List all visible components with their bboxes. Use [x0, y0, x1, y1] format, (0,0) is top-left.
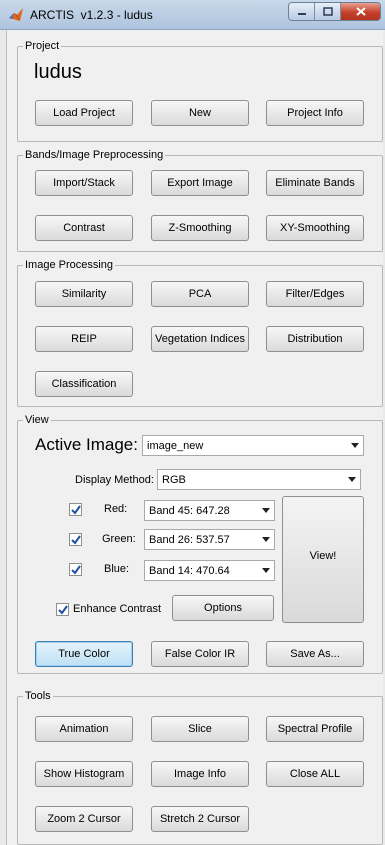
- green-band-value: Band 26: 537.57: [149, 533, 230, 546]
- eliminate-bands-button[interactable]: Eliminate Bands: [266, 170, 364, 196]
- display-method-value: RGB: [162, 473, 186, 486]
- chevron-down-icon[interactable]: [257, 561, 274, 580]
- active-image-value: image_new: [147, 439, 204, 452]
- false-color-ir-button[interactable]: False Color IR: [151, 641, 249, 667]
- maximize-button[interactable]: [315, 3, 341, 20]
- new-project-button[interactable]: New: [151, 100, 249, 126]
- green-channel-label: Green:: [102, 533, 136, 545]
- chevron-down-icon[interactable]: [343, 470, 360, 489]
- import-stack-button[interactable]: Import/Stack: [35, 170, 133, 196]
- spectral-profile-button[interactable]: Spectral Profile: [266, 716, 364, 742]
- filter-edges-button[interactable]: Filter/Edges: [266, 281, 364, 307]
- contrast-button[interactable]: Contrast: [35, 215, 133, 241]
- enhance-contrast-label: Enhance Contrast: [73, 603, 162, 615]
- matlab-icon: [9, 8, 23, 21]
- view-group-title: View: [23, 413, 51, 427]
- red-band-value: Band 45: 647.28: [149, 504, 230, 517]
- display-method-label: Display Method:: [75, 474, 154, 486]
- chevron-down-icon[interactable]: [257, 530, 274, 549]
- title-bar[interactable]: ARCTIS v1.2.3 - ludus: [0, 0, 385, 30]
- distribution-button[interactable]: Distribution: [266, 326, 364, 352]
- options-button[interactable]: Options: [172, 595, 274, 621]
- display-method-dropdown[interactable]: RGB: [157, 469, 361, 490]
- pca-button[interactable]: PCA: [151, 281, 249, 307]
- active-image-label: Active Image:: [35, 435, 138, 454]
- zoom-2-cursor-button[interactable]: Zoom 2 Cursor: [35, 806, 133, 832]
- blue-band-dropdown[interactable]: Band 14: 470.64: [144, 560, 275, 581]
- similarity-button[interactable]: Similarity: [35, 281, 133, 307]
- blue-channel-label: Blue:: [104, 563, 130, 575]
- red-channel-checkbox[interactable]: [69, 503, 82, 516]
- reip-button[interactable]: REIP: [35, 326, 133, 352]
- project-group-title: Project: [23, 39, 62, 53]
- vegetation-indices-button[interactable]: Vegetation Indices: [151, 326, 249, 352]
- minimize-icon: [297, 12, 306, 15]
- chevron-down-icon[interactable]: [257, 501, 274, 520]
- view-button[interactable]: View!: [282, 496, 364, 623]
- checkmark-icon: [70, 504, 81, 515]
- load-project-button[interactable]: Load Project: [35, 100, 133, 126]
- animation-button[interactable]: Animation: [35, 716, 133, 742]
- tools-group-title: Tools: [23, 689, 53, 703]
- classification-button[interactable]: Classification: [35, 371, 133, 397]
- true-color-button[interactable]: True Color: [35, 641, 133, 667]
- checkmark-icon: [70, 564, 81, 575]
- checkmark-icon: [70, 534, 81, 545]
- green-channel-checkbox[interactable]: [69, 533, 82, 546]
- enhance-contrast-checkbox[interactable]: [56, 603, 69, 616]
- green-band-dropdown[interactable]: Band 26: 537.57: [144, 529, 275, 550]
- image-info-button[interactable]: Image Info: [151, 761, 249, 787]
- close-all-button[interactable]: Close ALL: [266, 761, 364, 787]
- stretch-2-cursor-button[interactable]: Stretch 2 Cursor: [151, 806, 249, 832]
- close-icon: [355, 7, 366, 16]
- maximize-icon: [322, 7, 333, 16]
- close-button[interactable]: [341, 3, 380, 20]
- xy-smoothing-button[interactable]: XY-Smoothing: [266, 215, 364, 241]
- image-processing-group-title: Image Processing: [23, 258, 116, 272]
- active-image-dropdown[interactable]: image_new: [142, 435, 364, 456]
- blue-channel-checkbox[interactable]: [69, 563, 82, 576]
- red-channel-label: Red:: [104, 503, 128, 515]
- red-band-dropdown[interactable]: Band 45: 647.28: [144, 500, 275, 521]
- minimize-button[interactable]: [289, 3, 315, 20]
- window-title: ARCTIS v1.2.3 - ludus: [30, 8, 153, 22]
- export-image-button[interactable]: Export Image: [151, 170, 249, 196]
- checkmark-icon: [57, 604, 68, 615]
- save-as-button[interactable]: Save As...: [266, 641, 364, 667]
- chevron-down-icon[interactable]: [346, 436, 363, 455]
- blue-band-value: Band 14: 470.64: [149, 564, 230, 577]
- window-controls: [288, 2, 381, 21]
- show-histogram-button[interactable]: Show Histogram: [35, 761, 133, 787]
- project-info-button[interactable]: Project Info: [266, 100, 364, 126]
- slice-button[interactable]: Slice: [151, 716, 249, 742]
- preprocessing-group-title: Bands/Image Preprocessing: [23, 148, 166, 162]
- z-smoothing-button[interactable]: Z-Smoothing: [151, 215, 249, 241]
- project-name: ludus: [34, 61, 82, 83]
